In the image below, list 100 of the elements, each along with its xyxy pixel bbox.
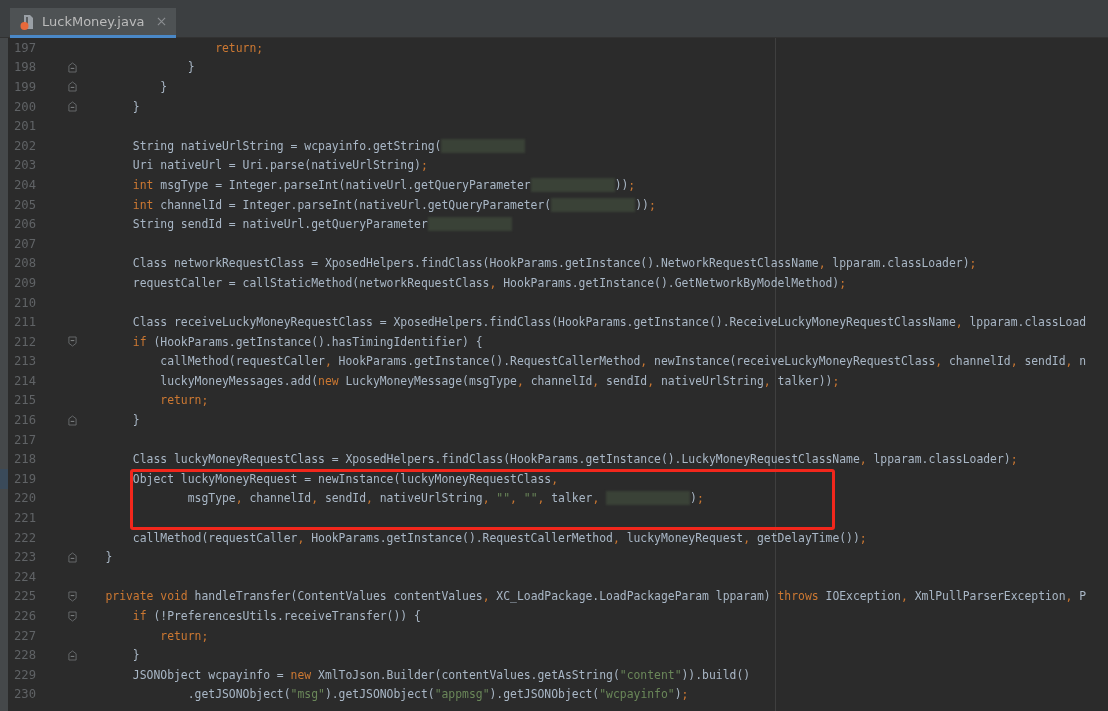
line-number: 219 bbox=[13, 471, 36, 486]
line-number: 209 bbox=[13, 275, 36, 290]
code-text: new bbox=[318, 373, 339, 388]
line-number: 228 bbox=[13, 648, 36, 663]
code-text: , bbox=[366, 491, 373, 506]
line-number: 220 bbox=[13, 491, 36, 506]
code-text: "content" bbox=[619, 667, 682, 682]
code-text: IOException bbox=[824, 589, 901, 604]
code-text: Class luckyMoneyRequestClass = XposedHelpers.findClass(HookParams.getInstance().LuckyMoneyRequestClassName bbox=[131, 452, 860, 467]
code-text: requestCaller = callStaticMethod(networkRequestClass bbox=[131, 275, 490, 290]
code-text: , bbox=[859, 452, 867, 467]
line-number: 214 bbox=[13, 373, 36, 388]
line-number: 225 bbox=[13, 589, 36, 604]
code-text: Class receiveLuckyMoneyRequestClass = XposedHelpers.findClass(HookParams.getInstance().ReceiveLuckyMoneyRequestClassName bbox=[131, 315, 956, 330]
line-number: 202 bbox=[13, 138, 36, 153]
code-text: , bbox=[1065, 589, 1073, 604]
code-text: nativeUrlString bbox=[659, 373, 764, 388]
code-text: ; bbox=[969, 256, 977, 271]
line-number: 201 bbox=[13, 119, 36, 134]
code-text: msgType bbox=[186, 491, 236, 506]
code-text: String sendId = nativeUrl.getQueryParameter bbox=[131, 217, 428, 232]
code-text: luckyMoneyRequest bbox=[625, 530, 744, 545]
line-number: 230 bbox=[13, 687, 36, 702]
line-number: 198 bbox=[13, 60, 36, 75]
code-text: , bbox=[743, 530, 751, 545]
code-text: new bbox=[290, 667, 312, 682]
line-number: 213 bbox=[13, 354, 36, 369]
code-text: ) bbox=[690, 491, 697, 506]
fold-marker-icon[interactable] bbox=[68, 414, 77, 426]
code-text: if bbox=[131, 334, 147, 349]
code-text: , bbox=[592, 373, 600, 388]
code-text: } bbox=[131, 648, 140, 663]
code-text: ; bbox=[201, 393, 209, 408]
code-text: nativeUrlString bbox=[378, 491, 483, 506]
code-text: , bbox=[482, 491, 490, 506]
code-text: HookParams.getInstance().GetNetworkByModelMethod) bbox=[502, 275, 840, 290]
code-text: talker)) bbox=[776, 373, 833, 388]
line-number: 203 bbox=[13, 158, 36, 173]
code-text: ).getJSONObject( bbox=[489, 687, 600, 702]
close-icon[interactable] bbox=[156, 17, 166, 26]
line-number: 218 bbox=[13, 452, 36, 467]
fold-marker-icon[interactable] bbox=[68, 590, 77, 602]
code-text: msgType = Integer.parseInt(nativeUrl.getQueryParameter bbox=[159, 177, 531, 192]
code-text: } bbox=[104, 550, 113, 565]
line-number: 224 bbox=[13, 569, 36, 584]
code-text: sendId bbox=[605, 373, 648, 388]
code-text: , bbox=[311, 491, 319, 506]
code-text: } bbox=[186, 60, 195, 75]
code-text: sendId bbox=[1023, 354, 1066, 369]
code-text: callMethod(requestCaller bbox=[131, 530, 298, 545]
code-text: return bbox=[159, 393, 202, 408]
code-text: channelId bbox=[248, 491, 312, 506]
code-text: channelId = Integer.parseInt(nativeUrl.getQueryParameter( bbox=[159, 197, 552, 212]
code-text: , bbox=[510, 491, 517, 506]
code-text: int bbox=[131, 197, 154, 212]
code-text: , bbox=[763, 373, 771, 388]
code-text: callMethod(requestCaller bbox=[159, 354, 325, 369]
code-text: channelId bbox=[529, 373, 593, 388]
code-text: ; bbox=[201, 628, 209, 643]
code-text: String nativeUrlString = wcpayinfo.getString( bbox=[131, 138, 442, 153]
file-tab[interactable]: LuckMoney.java bbox=[10, 8, 176, 38]
code-text: (HookParams.getInstance().hasTimingIdentifier) { bbox=[152, 334, 483, 349]
code-text: , bbox=[551, 471, 559, 486]
code-text: n bbox=[1078, 354, 1087, 369]
code-text: "" bbox=[495, 491, 511, 506]
code-text: ; bbox=[1010, 452, 1018, 467]
code-text: handleTransfer(ContentValues contentValues bbox=[193, 589, 483, 604]
line-number: 206 bbox=[13, 217, 36, 232]
code-text: , bbox=[647, 373, 655, 388]
code-text: ; bbox=[628, 177, 636, 192]
code-text: Object luckyMoneyRequest = newInstance(luckyMoneyRequestClass bbox=[131, 471, 552, 486]
code-text: "msg" bbox=[290, 687, 325, 702]
fold-marker-icon[interactable] bbox=[68, 649, 77, 661]
code-text: , bbox=[297, 530, 305, 545]
fold-marker-icon[interactable] bbox=[68, 551, 77, 563]
fold-marker-icon[interactable] bbox=[68, 81, 77, 93]
code-text: "" bbox=[522, 491, 538, 506]
code-text: HookParams.getInstance().RequestCallerMethod bbox=[337, 354, 641, 369]
line-number: 215 bbox=[13, 393, 36, 408]
code-text: , bbox=[537, 491, 545, 506]
line-number: 226 bbox=[13, 609, 36, 623]
fold-marker-icon[interactable] bbox=[68, 610, 77, 622]
code-text: ; bbox=[648, 197, 656, 212]
code-text: luckyMoneyMessages.add( bbox=[159, 373, 319, 388]
code-text: "appmsg" bbox=[434, 687, 490, 702]
code-text: , bbox=[482, 589, 490, 604]
fold-marker-icon[interactable] bbox=[68, 61, 77, 73]
code-text: talker bbox=[550, 491, 593, 506]
code-text: HookParams.getInstance().RequestCallerMethod bbox=[310, 530, 613, 545]
line-number: 200 bbox=[13, 99, 36, 114]
line-number: 204 bbox=[13, 177, 36, 192]
code-text: int bbox=[131, 177, 154, 192]
code-text: , bbox=[612, 530, 620, 545]
code-text: XC_LoadPackage.LoadPackageParam lpparam) bbox=[495, 589, 772, 604]
code-text: channelId bbox=[947, 354, 1011, 369]
code-text: return bbox=[159, 628, 202, 643]
fold-marker-icon[interactable] bbox=[68, 336, 77, 348]
fold-marker-icon[interactable] bbox=[68, 101, 77, 113]
line-number: 211 bbox=[13, 315, 36, 330]
code-text: , bbox=[1010, 354, 1018, 369]
